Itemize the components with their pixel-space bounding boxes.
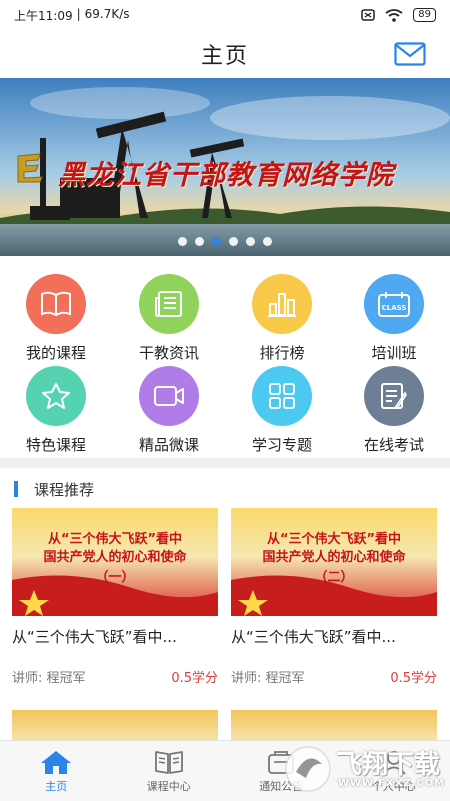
app-header: 主页 [0,30,450,78]
wifi-icon [385,9,403,22]
thumb-title-line1: 从“三个伟大飞跃”看中 [12,528,218,547]
menu-item-online-exam[interactable]: 在线考试 [338,366,450,458]
open-book-icon [154,749,184,775]
class-badge: CLASS [382,304,407,312]
tab-label: 课程中心 [147,778,191,794]
status-speed: 69.7K/s [85,7,130,24]
carousel-dot[interactable] [246,237,255,246]
banner-carousel[interactable]: 黑龙江省干部教育网络学院 [0,78,450,256]
section-divider [0,458,450,468]
thumb-title-line3: （一） [12,566,218,585]
chart-icon [252,274,312,334]
course-title: 从“三个伟大飞跃”看中... [12,626,220,647]
course-teacher: 讲师: 程冠军 [231,667,305,686]
menu-label: 在线考试 [364,434,424,455]
menu-label: 培训班 [371,342,416,363]
status-time: 上午11:09 [14,7,73,24]
tab-label: 主页 [45,778,67,794]
flag-background-image [12,710,218,740]
menu-label: 精品微课 [139,434,199,455]
menu-label: 学习专题 [252,434,312,455]
menu-item-ranking[interactable]: 排行榜 [226,274,338,366]
menu-label: 排行榜 [259,342,304,363]
course-card-partial[interactable] [12,710,218,740]
banner-title: 黑龙江省干部教育网络学院 [58,153,394,192]
book-icon [26,274,86,334]
course-card-partial[interactable] [231,710,437,740]
academy-logo-icon [14,150,48,184]
menu-item-micro-lessons[interactable]: 精品微课 [113,366,225,458]
menu-item-my-courses[interactable]: 我的课程 [0,274,112,366]
course-thumbnail: 从“三个伟大飞跃”看中 国共产党人的初心和使命 （二） [231,508,437,616]
carousel-dot[interactable] [263,237,272,246]
exam-icon [364,366,424,426]
status-separator: | [77,7,81,24]
star-icon [26,366,86,426]
thumb-title-line2: 国共产党人的初心和使命 [12,546,218,565]
section-header: 课程推荐 [0,468,450,510]
course-card[interactable]: 从“三个伟大飞跃”看中 国共产党人的初心和使命 （二） 从“三个伟大飞跃”看中.… [231,508,439,686]
site-watermark: 飞翔下载 WWW.FXXZ.COM [282,742,444,796]
menu-label: 我的课程 [26,342,86,363]
carousel-dot[interactable] [178,237,187,246]
flag-background-image [231,710,437,740]
menu-label: 特色课程 [26,434,86,455]
course-teacher: 讲师: 程冠军 [12,667,86,686]
course-card[interactable]: 从“三个伟大飞跃”看中 国共产党人的初心和使命 （一） 从“三个伟大飞跃”看中.… [12,508,220,686]
course-title: 从“三个伟大飞跃”看中... [231,626,439,647]
tab-course-center[interactable]: 课程中心 [113,741,226,801]
thumb-title-line1: 从“三个伟大飞跃”看中 [231,528,437,547]
carousel-dot-active[interactable] [212,237,221,246]
status-bar: 上午11:09 | 69.7K/s 89 [0,0,450,30]
video-icon [139,366,199,426]
carousel-dot[interactable] [195,237,204,246]
news-icon [139,274,199,334]
thumb-title-line3: （二） [231,566,437,585]
menu-item-news[interactable]: 干教资讯 [113,274,225,366]
battery-indicator: 89 [413,8,436,22]
menu-item-study-topics[interactable]: 学习专题 [226,366,338,458]
page-title: 主页 [201,38,249,70]
course-thumbnail: 从“三个伟大飞跃”看中 国共产党人的初心和使命 （一） [12,508,218,616]
feature-menu: 我的课程 干教资讯 排行榜 CLASS 培训班 特色课程 精品微课 学习专题 [0,262,450,458]
carousel-dots [0,237,450,246]
home-icon [39,749,73,775]
course-credit: 0.5学分 [390,667,437,686]
section-accent-bar [14,481,18,497]
notification-icon [361,9,375,21]
menu-item-training-class[interactable]: CLASS 培训班 [338,274,450,366]
carousel-dot[interactable] [229,237,238,246]
course-credit: 0.5学分 [171,667,218,686]
tab-home[interactable]: 主页 [0,741,113,801]
section-title: 课程推荐 [34,479,94,500]
watermark-url: WWW.FXXZ.COM [338,778,445,789]
menu-item-featured-courses[interactable]: 特色课程 [0,366,112,458]
thumb-title-line2: 国共产党人的初心和使命 [231,546,437,565]
watermark-text: 飞翔下载 [336,744,440,781]
class-calendar-icon: CLASS [364,274,424,334]
grid-icon [252,366,312,426]
mail-icon[interactable] [394,42,426,66]
menu-label: 干教资讯 [139,342,199,363]
